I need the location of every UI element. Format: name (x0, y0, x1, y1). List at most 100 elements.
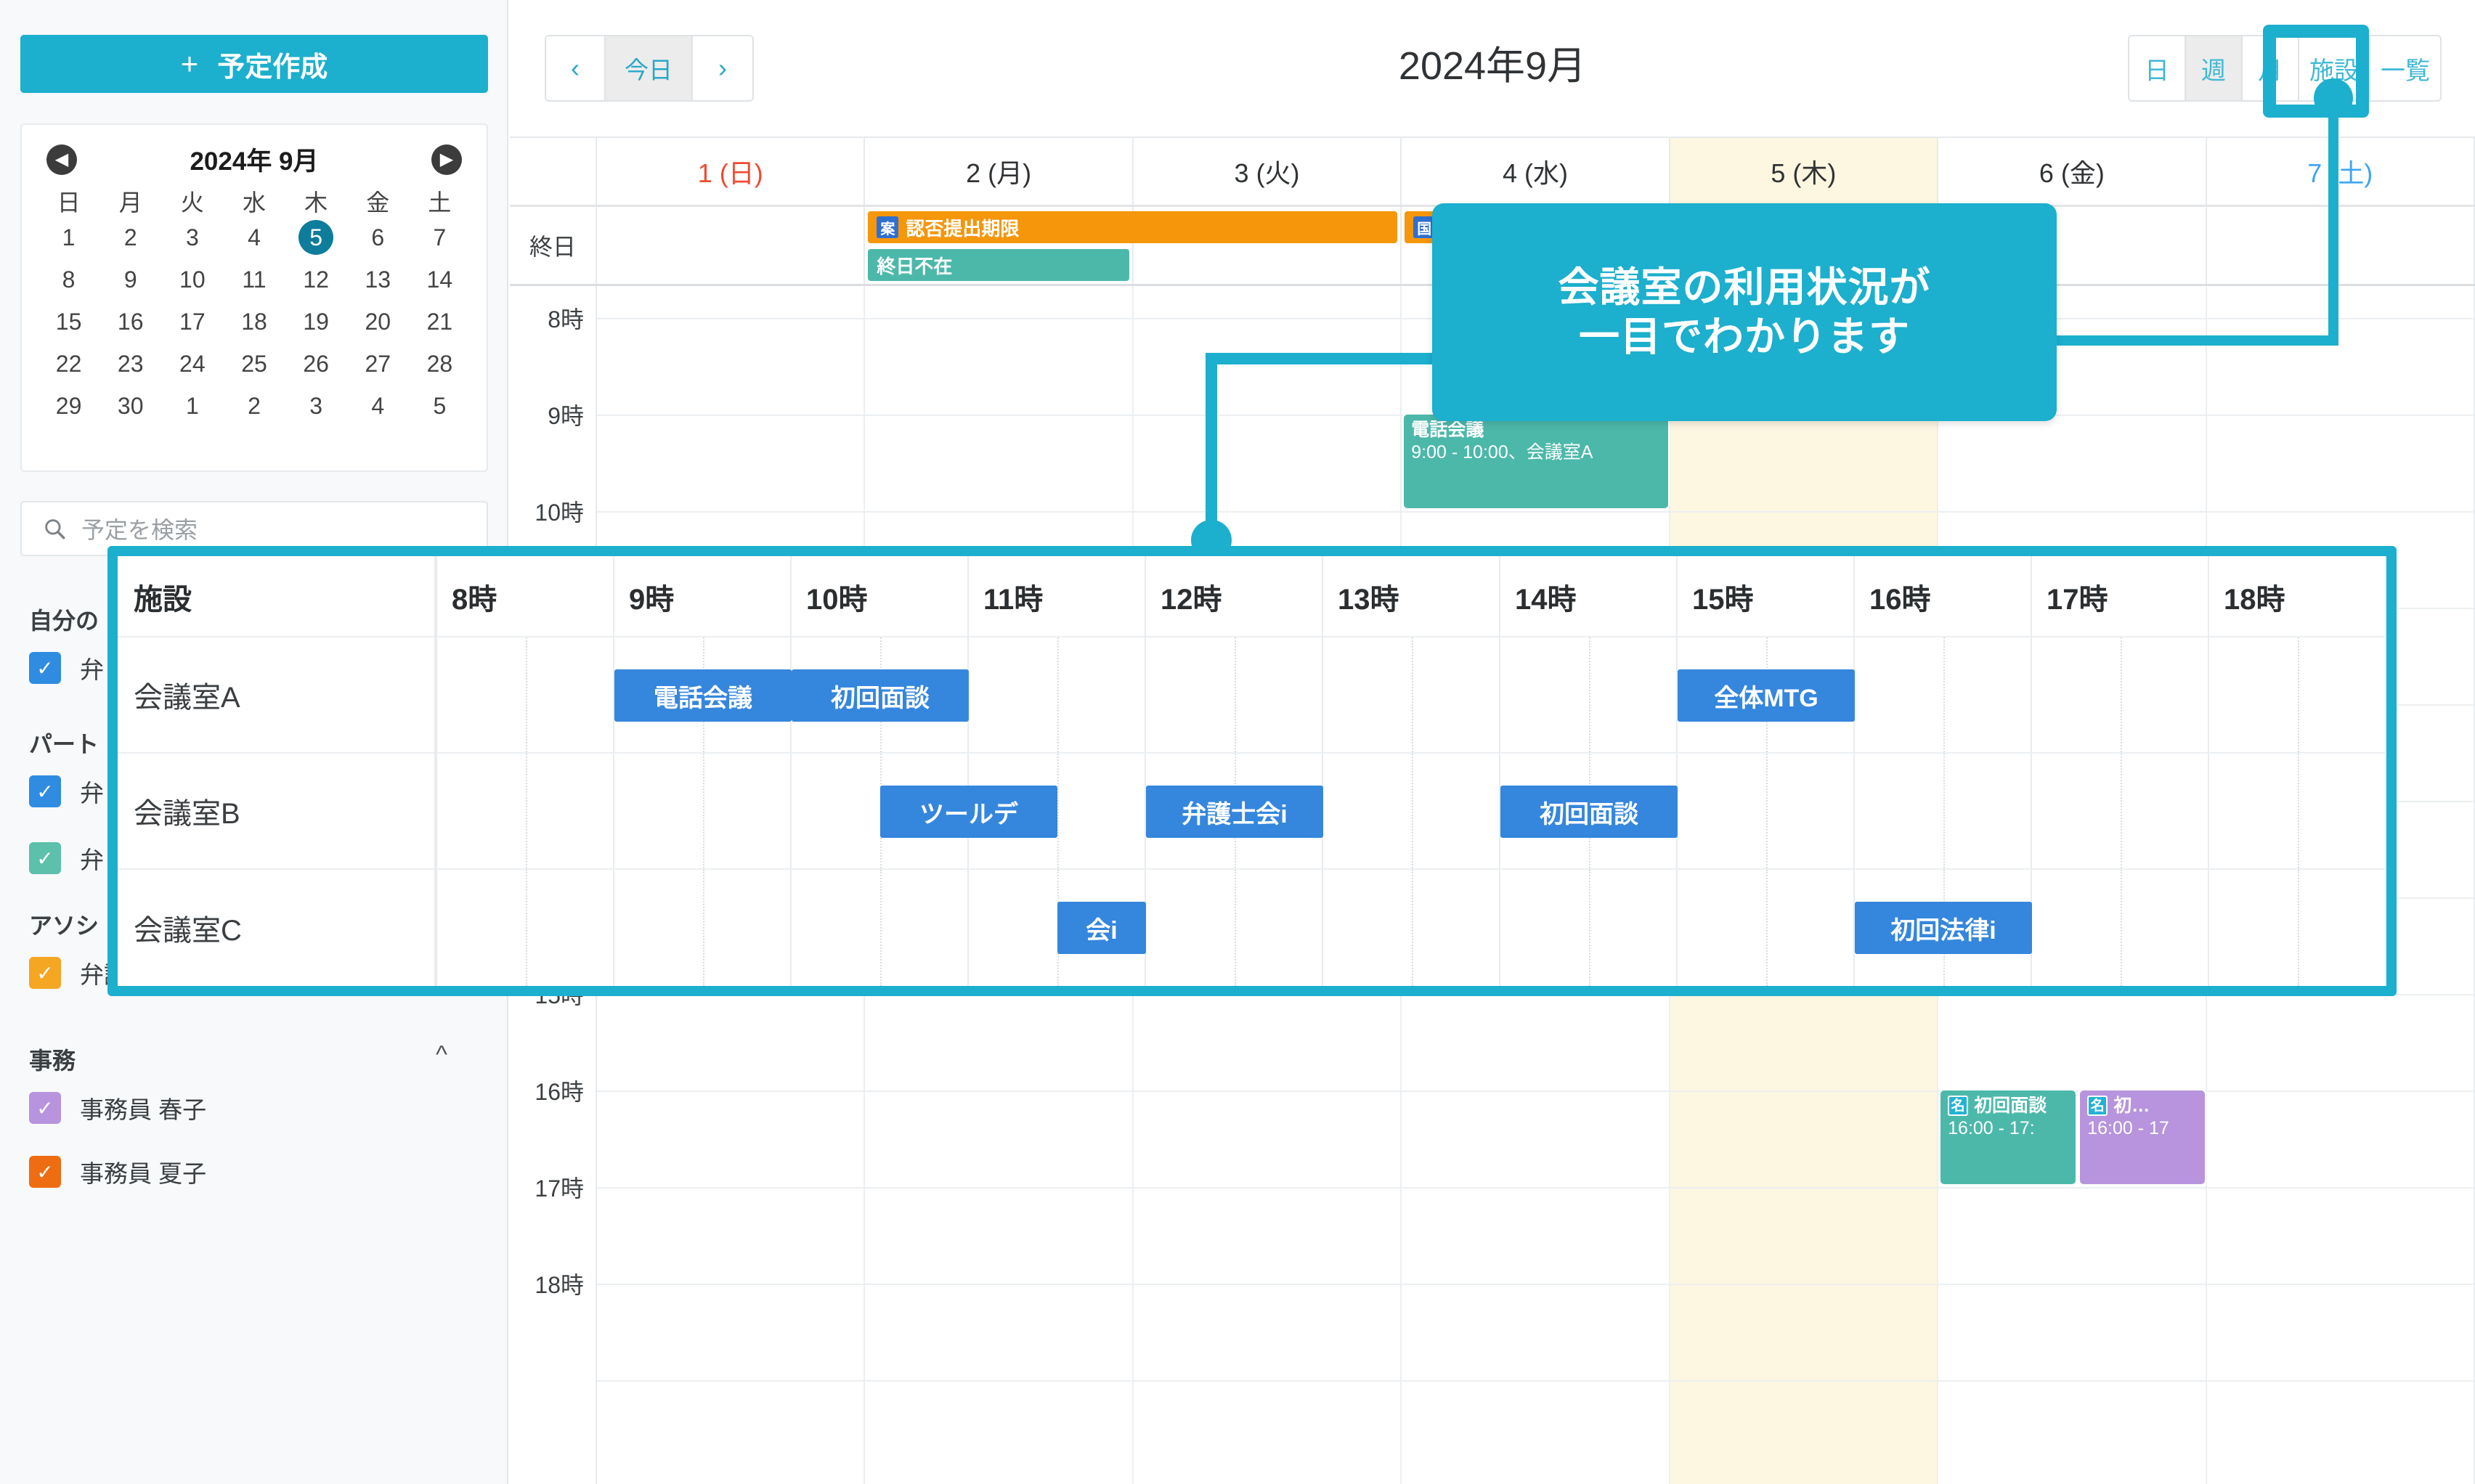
mini-calendar-day[interactable]: 4 (347, 388, 409, 423)
mini-calendar-next-icon[interactable]: ▶ (431, 144, 462, 175)
mini-calendar-day[interactable]: 3 (285, 388, 347, 423)
member-filter-row[interactable]: ✓ 弁 (29, 841, 104, 876)
mini-calendar-day[interactable]: 9 (99, 262, 161, 297)
checkbox-checked-icon[interactable]: ✓ (29, 652, 61, 684)
mini-calendar-day[interactable]: 23 (99, 346, 161, 381)
mini-calendar-day[interactable]: 28 (409, 346, 471, 381)
mini-calendar-day[interactable]: 7 (409, 220, 471, 255)
checkbox-checked-icon[interactable]: ✓ (29, 775, 61, 807)
all-day-column-6[interactable] (2207, 207, 2475, 284)
calendar-event[interactable]: 電話会議 9:00 - 10:00、会議室A (1404, 415, 1668, 508)
checkbox-checked-icon[interactable]: ✓ (29, 1092, 61, 1124)
hour-gridline (597, 1284, 2475, 1285)
facility-booking[interactable]: 初回面談 (1500, 786, 1678, 838)
calendar-event-title-text: 電話会議 (1411, 420, 1484, 440)
mini-calendar-day[interactable]: 4 (223, 220, 285, 255)
mini-calendar-day[interactable]: 12 (285, 262, 347, 297)
mini-calendar-day[interactable]: 10 (161, 262, 223, 297)
day-header-6[interactable]: 7 (土) (2207, 138, 2475, 205)
facility-hour-label-7: 15時 (1692, 584, 1754, 616)
calendar-event-title: 名初回面談 (1948, 1095, 2068, 1117)
facility-half-hour-gridline (2121, 754, 2122, 868)
event-type-badge: 名 (1948, 1096, 1969, 1117)
facility-timeline-row-1[interactable]: ツールデ 弁護士会i 初回面談 (437, 754, 2386, 870)
view-button-1[interactable]: 週 (2186, 36, 2243, 100)
mini-calendar-day[interactable]: 17 (161, 304, 223, 339)
facility-booking[interactable]: 電話会議 (614, 669, 792, 722)
facility-timeline-row-0[interactable]: 電話会議 初回面談 全体MTG (437, 637, 2386, 754)
facility-timeline-row-2[interactable]: 会i 初回法律i (437, 870, 2386, 986)
mini-calendar-day[interactable]: 2 (99, 220, 161, 255)
day-header-0[interactable]: 1 (日) (597, 138, 866, 205)
member-filter-label: 弁 (80, 780, 104, 807)
calendar-event-time: 16:00 - 17 (2087, 1117, 2169, 1138)
mini-calendar-day[interactable]: 6 (347, 220, 409, 255)
day-header-5[interactable]: 6 (金) (1938, 138, 2207, 205)
mini-calendar-day[interactable]: 1 (38, 220, 99, 255)
calendar-event-time: 16:00 - 17: (1948, 1117, 2035, 1138)
mini-calendar-day[interactable]: 22 (38, 346, 99, 381)
checkbox-checked-icon[interactable]: ✓ (29, 1156, 61, 1188)
view-button-4[interactable]: 一覧 (2370, 36, 2440, 100)
member-filter-row[interactable]: ✓ 事務員 春子 (29, 1090, 206, 1125)
view-button-0[interactable]: 日 (2129, 36, 2186, 100)
mini-calendar-day[interactable]: 25 (223, 346, 285, 381)
mini-calendar-day[interactable]: 14 (409, 262, 471, 297)
day-header-4[interactable]: 5 (木) (1670, 138, 1939, 205)
mini-calendar-dow-4: 木 (304, 189, 328, 216)
mini-calendar-dow-5: 金 (366, 189, 390, 216)
member-filter-row[interactable]: ✓ 弁 (29, 651, 104, 685)
day-header-1[interactable]: 2 (月) (865, 138, 1134, 205)
mini-calendar-day[interactable]: 20 (347, 304, 409, 339)
facility-name-header: 施設 (134, 584, 192, 616)
facility-hour-label-5: 13時 (1338, 584, 1399, 616)
facility-booking[interactable]: 全体MTG (1678, 669, 1855, 722)
facility-half-hour-gridline (2298, 637, 2299, 752)
plus-icon: + (180, 46, 199, 81)
all-day-column-0[interactable] (597, 207, 866, 284)
facility-booking[interactable]: ツールデ (880, 786, 1057, 838)
calendar-event[interactable]: 名初回面談 16:00 - 17: (1940, 1090, 2076, 1184)
create-event-button[interactable]: + 予定作成 (20, 35, 488, 93)
mini-calendar-day[interactable]: 27 (347, 346, 409, 381)
mini-calendar-day[interactable]: 21 (409, 304, 471, 339)
member-group-title-2: アソシ (29, 913, 99, 939)
time-label-10: 18時 (535, 1272, 584, 1298)
facility-booking[interactable]: 初回面談 (792, 669, 969, 722)
day-header-3[interactable]: 4 (水) (1402, 138, 1670, 205)
mini-calendar-day[interactable]: 2 (223, 388, 285, 423)
mini-calendar-day[interactable]: 29 (38, 388, 99, 423)
facility-timeline-grid[interactable]: 8時 9時 10時 11時 12時 13時 14時 15時 16時 17時 18時 電話会議 初回面談 全… (437, 556, 2386, 986)
mini-calendar-day[interactable]: 11 (223, 262, 285, 297)
facility-hour-label-0: 8時 (452, 584, 497, 616)
checkbox-checked-icon[interactable]: ✓ (29, 957, 61, 989)
member-filter-row[interactable]: ✓ 事務員 夏子 (29, 1154, 206, 1189)
facility-booking[interactable]: 初回法律i (1855, 902, 2032, 954)
mini-calendar-day[interactable]: 1 (161, 388, 223, 423)
facility-booking[interactable]: 会i (1057, 902, 1146, 954)
mini-calendar-day[interactable]: 18 (223, 304, 285, 339)
mini-calendar-day[interactable]: 5 (409, 388, 471, 423)
mini-calendar-day[interactable]: 8 (38, 262, 99, 297)
facility-room-row: 会議室C (118, 870, 434, 986)
mini-calendar-day[interactable]: 30 (99, 388, 161, 423)
mini-calendar-day[interactable]: 19 (285, 304, 347, 339)
day-header-2[interactable]: 3 (火) (1134, 138, 1402, 205)
day-header-gutter (510, 138, 597, 205)
mini-calendar-day[interactable]: 15 (38, 304, 99, 339)
checkbox-checked-icon[interactable]: ✓ (29, 842, 61, 874)
calendar-event[interactable]: 名初… 16:00 - 17 (2080, 1090, 2205, 1184)
mini-calendar-day[interactable]: 13 (347, 262, 409, 297)
mini-calendar-day[interactable]: 26 (285, 346, 347, 381)
mini-calendar-prev-icon[interactable]: ◀ (46, 144, 77, 175)
mini-calendar-day[interactable]: 5 (298, 220, 334, 255)
all-day-event[interactable]: 案認否提出期限 (868, 211, 1398, 243)
callout-connector-horizontal-top (2048, 335, 2338, 346)
mini-calendar-day[interactable]: 3 (161, 220, 223, 255)
all-day-event[interactable]: 終日不在 (868, 249, 1129, 281)
facility-booking[interactable]: 弁護士会i (1146, 786, 1323, 838)
mini-calendar-day[interactable]: 24 (161, 346, 223, 381)
member-filter-row[interactable]: ✓ 弁 (29, 774, 104, 809)
mini-calendar-day[interactable]: 16 (99, 304, 161, 339)
chevron-up-icon[interactable]: ^ (436, 1043, 447, 1067)
